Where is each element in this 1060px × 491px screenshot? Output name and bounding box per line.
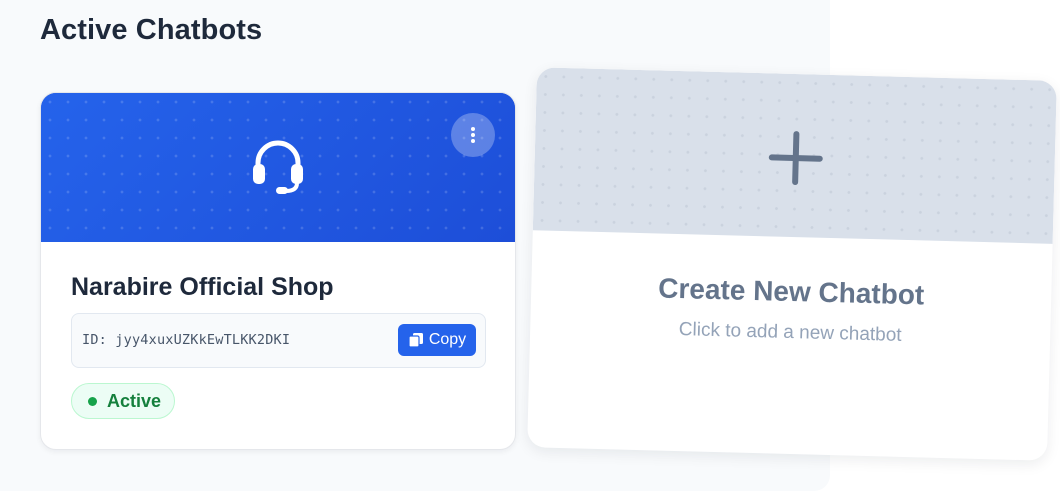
copy-icon — [408, 333, 423, 348]
card-menu-button[interactable] — [451, 113, 495, 157]
more-vertical-icon — [471, 127, 475, 143]
create-chatbot-subtitle: Click to add a new chatbot — [678, 319, 902, 346]
chatbot-card-banner — [41, 93, 515, 242]
status-badge: Active — [71, 383, 175, 419]
status-label: Active — [107, 390, 162, 411]
chatbot-id-box: ID: jyy4xuxUZKkEwTLKK2DKI Copy — [71, 313, 486, 368]
headset-icon — [253, 140, 303, 194]
create-chatbot-card[interactable]: Create New Chatbot Click to add a new ch… — [527, 67, 1057, 461]
copy-button-label: Copy — [428, 331, 467, 348]
plus-icon — [768, 131, 823, 186]
create-chatbot-title: Create New Chatbot — [657, 272, 925, 311]
create-card-banner — [532, 67, 1057, 244]
chatbot-card[interactable]: Narabire Official Shop ID: jyy4xuxUZKkEw… — [40, 92, 516, 450]
status-dot — [88, 396, 97, 406]
chatbot-name: Narabire Official Shop — [71, 273, 334, 301]
copy-id-button[interactable]: Copy — [398, 324, 476, 356]
page-title: Active Chatbots — [40, 14, 263, 46]
chatbot-id-text: ID: jyy4xuxUZKkEwTLKK2DKI — [82, 332, 291, 348]
